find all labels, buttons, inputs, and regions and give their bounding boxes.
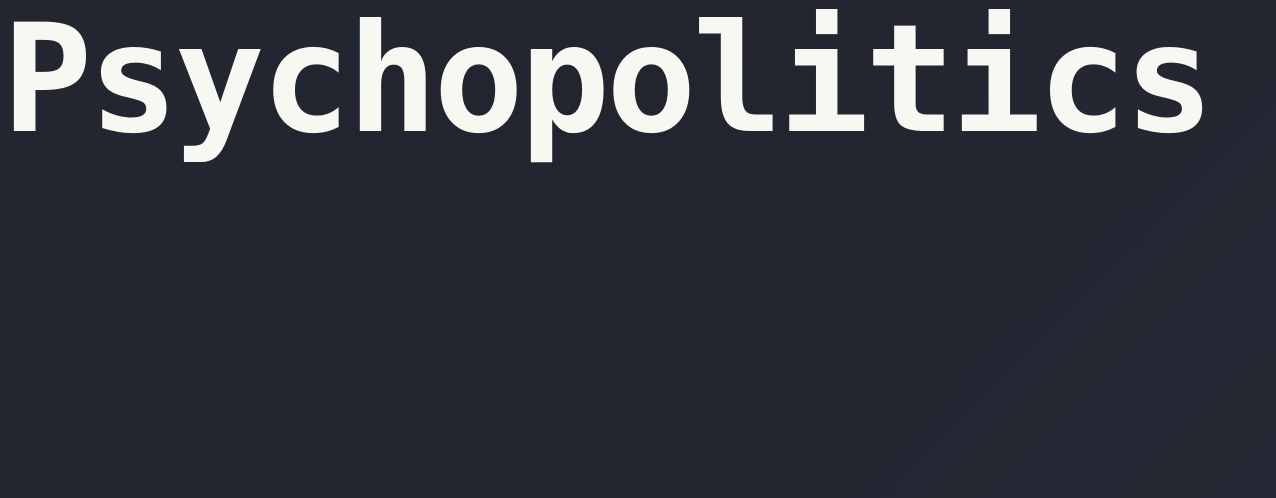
slide-page: Psychopolitics <box>0 0 1276 498</box>
page-title: Psychopolitics <box>2 0 1214 167</box>
